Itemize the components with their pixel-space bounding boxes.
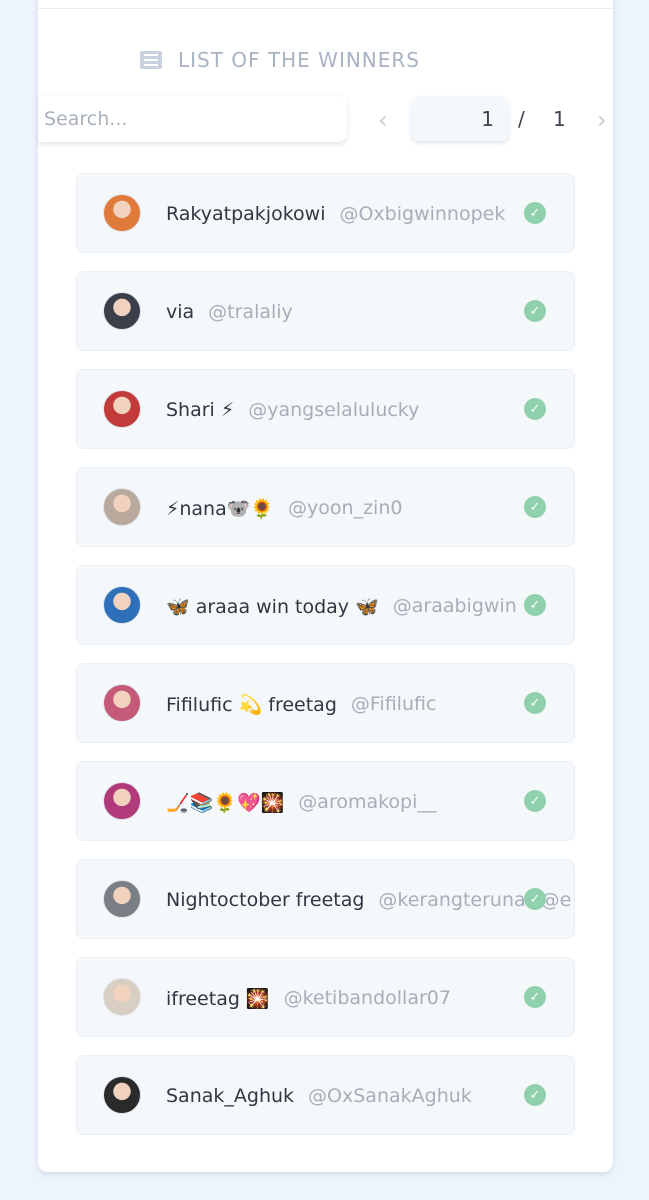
winner-handle[interactable]: @yangselalulucky [248, 399, 419, 421]
check-circle-icon: ✓ [524, 986, 546, 1008]
list-item[interactable]: Fifilufic 💫 freetag @Fifilufic ✓ [76, 663, 575, 743]
avatar [103, 684, 141, 722]
avatar [103, 488, 141, 526]
winner-name: via [166, 301, 195, 323]
check-circle-icon: ✓ [524, 1084, 546, 1106]
winner-text: Sanak_Aghuk @OxSanakAghuk [166, 1056, 574, 1134]
avatar [103, 880, 141, 918]
search-input[interactable] [38, 96, 347, 142]
winner-text: Nightoctober freetag @kerangterunaQ@e [166, 860, 574, 938]
list-item[interactable]: ifreetag 🎇 @ketibandollar07 ✓ [76, 957, 575, 1037]
winner-text: Shari ⚡ @yangselalulucky [166, 370, 574, 448]
check-circle-icon: ✓ [524, 888, 546, 910]
winner-handle[interactable]: @araabigwin [393, 595, 517, 617]
winner-text: Rakyatpakjokowi @Oxbigwinnopek [166, 174, 574, 252]
winner-handle[interactable]: @aromakopi__ [298, 791, 436, 813]
list-item[interactable]: Rakyatpakjokowi @Oxbigwinnopek ✓ [76, 173, 575, 253]
current-page: 1 [481, 107, 494, 131]
winner-list: Rakyatpakjokowi @Oxbigwinnopek ✓ via @tralal… [76, 173, 575, 1153]
chevron-left-icon[interactable]: ‹ [378, 106, 388, 134]
winner-name: ifreetag 🎇 [166, 987, 270, 1010]
chevron-right-icon[interactable]: › [597, 106, 607, 134]
winner-handle[interactable]: @OxSanakAghuk [308, 1085, 472, 1107]
avatar [103, 292, 141, 330]
winner-name: ⚡nana🐨🌻 [166, 497, 275, 520]
check-circle-icon: ✓ [524, 398, 546, 420]
winner-name: Sanak_Aghuk [166, 1085, 295, 1107]
avatar [103, 194, 141, 232]
winner-text: ⚡nana🐨🌻 @yoon_zin0 [166, 468, 574, 546]
avatar [103, 782, 141, 820]
list-item[interactable]: 🦋 araaa win today 🦋 @araabigwin ✓ [76, 565, 575, 645]
list-item[interactable]: Sanak_Aghuk @OxSanakAghuk ✓ [76, 1055, 575, 1135]
winner-name: Fifilufic 💫 freetag [166, 693, 337, 716]
winner-name: Nightoctober freetag [166, 889, 365, 911]
winner-handle[interactable]: @tralaliy [208, 301, 293, 323]
list-item[interactable]: Nightoctober freetag @kerangterunaQ@e ✓ [76, 859, 575, 939]
winner-text: 🦋 araaa win today 🦋 @araabigwin [166, 566, 574, 644]
list-item[interactable]: 🏒📚🌻💖🎇 @aromakopi__ ✓ [76, 761, 575, 841]
winner-text: ifreetag 🎇 @ketibandollar07 [166, 958, 574, 1036]
list-item[interactable]: Shari ⚡ @yangselalulucky ✓ [76, 369, 575, 449]
winner-text: via @tralaliy [166, 272, 574, 350]
total-pages: 1 [553, 107, 566, 131]
winner-text: 🏒📚🌻💖🎇 @aromakopi__ [166, 762, 574, 840]
avatar [103, 978, 141, 1016]
winner-handle[interactable]: @ketibandollar07 [284, 987, 451, 1009]
winner-name: 🏒📚🌻💖🎇 [166, 791, 285, 814]
page-separator: / [518, 107, 525, 131]
check-circle-icon: ✓ [524, 594, 546, 616]
winner-handle[interactable]: @Oxbigwinnopek [339, 203, 505, 225]
winners-heading: LIST OF THE WINNERS [140, 48, 420, 72]
heading-title: LIST OF THE WINNERS [178, 48, 420, 72]
list-item[interactable]: via @tralaliy ✓ [76, 271, 575, 351]
check-circle-icon: ✓ [524, 692, 546, 714]
winner-name: 🦋 araaa win today 🦋 [166, 595, 379, 618]
avatar [103, 390, 141, 428]
divider [38, 8, 613, 9]
list-icon [140, 51, 162, 69]
check-circle-icon: ✓ [524, 496, 546, 518]
check-circle-icon: ✓ [524, 300, 546, 322]
winner-text: Fifilufic 💫 freetag @Fifilufic [166, 664, 574, 742]
winner-name: Rakyatpakjokowi [166, 203, 326, 225]
check-circle-icon: ✓ [524, 790, 546, 812]
check-circle-icon: ✓ [524, 202, 546, 224]
avatar [103, 586, 141, 624]
winner-name: Shari ⚡ [166, 399, 235, 421]
avatar [103, 1076, 141, 1114]
list-item[interactable]: ⚡nana🐨🌻 @yoon_zin0 ✓ [76, 467, 575, 547]
winner-handle[interactable]: @Fifilufic [351, 693, 437, 715]
page-number-input[interactable]: 1 [412, 97, 508, 141]
winner-handle[interactable]: @yoon_zin0 [288, 497, 402, 519]
